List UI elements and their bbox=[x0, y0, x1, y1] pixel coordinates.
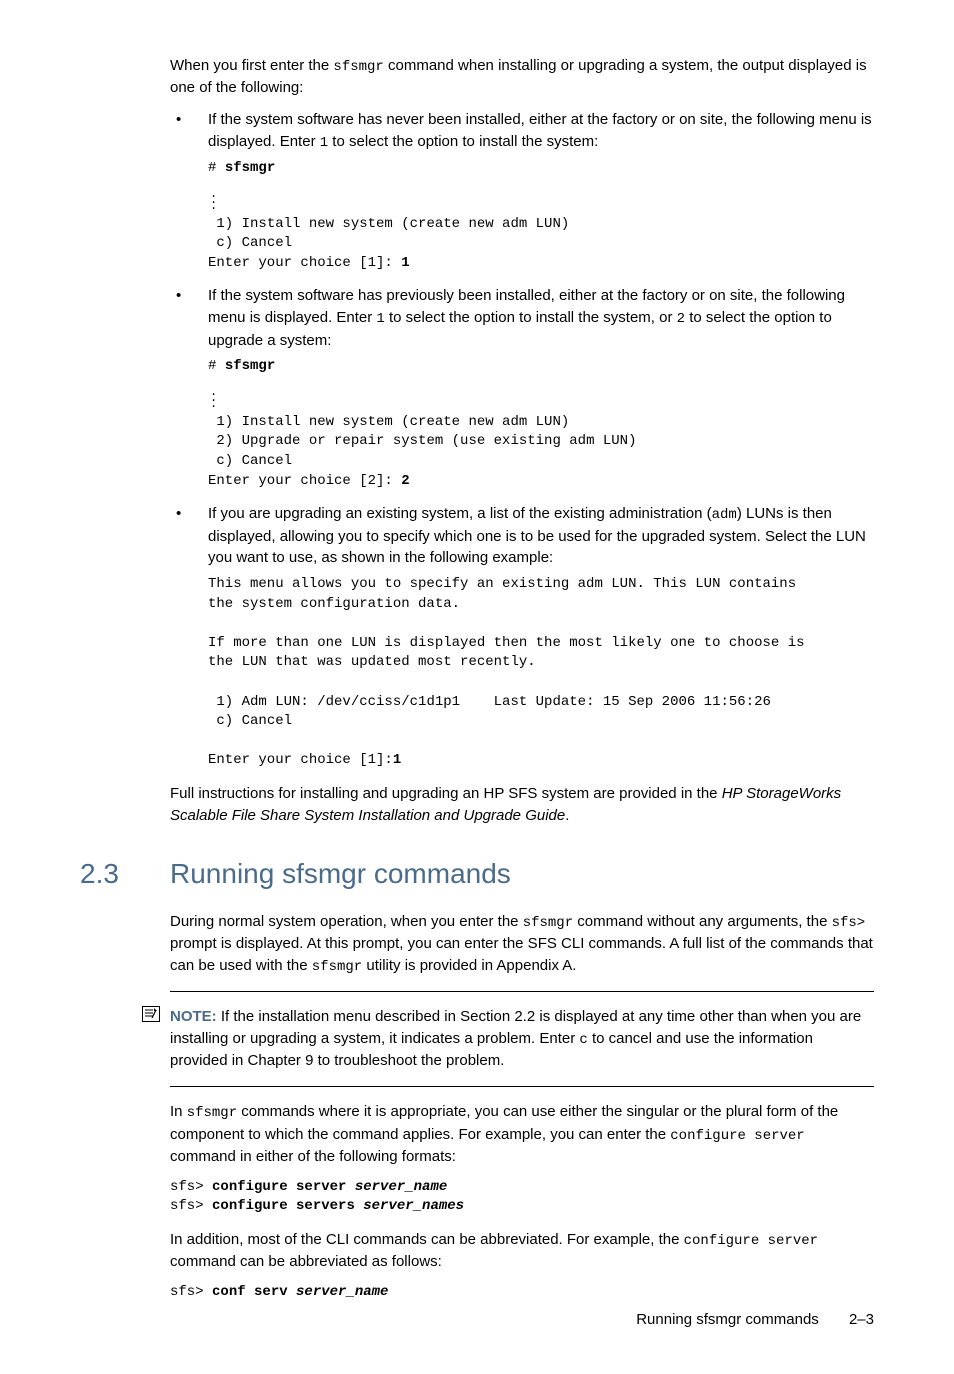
page-number: 2–3 bbox=[849, 1311, 874, 1328]
prompt: # bbox=[208, 160, 225, 176]
list-item-text: If the system software has never been in… bbox=[208, 109, 874, 153]
section-heading: 2.3 Running sfsmgr commands bbox=[80, 854, 874, 895]
list-item: If the system software has previously be… bbox=[170, 285, 874, 491]
inline-code: c bbox=[579, 1032, 587, 1048]
intro-paragraph: When you first enter the sfsmgr command … bbox=[170, 55, 874, 99]
list-item-text: If you are upgrading an existing system,… bbox=[208, 503, 874, 569]
inline-code: 2 bbox=[677, 311, 685, 327]
output: This menu allows you to specify an exist… bbox=[208, 576, 805, 768]
command: sfsmgr bbox=[225, 358, 275, 374]
code-block: sfs> configure server server_name sfs> c… bbox=[170, 1178, 874, 1217]
inline-code: adm bbox=[712, 507, 737, 523]
code-block: 1) Install new system (create new adm LU… bbox=[208, 413, 874, 491]
text: If you are upgrading an existing system,… bbox=[208, 505, 712, 522]
code-block: This menu allows you to specify an exist… bbox=[208, 575, 874, 771]
inline-code: configure server bbox=[670, 1128, 804, 1144]
note-label: NOTE: bbox=[170, 1008, 217, 1025]
code-block: sfs> conf serv server_name bbox=[170, 1283, 874, 1303]
inline-code: configure server bbox=[684, 1233, 818, 1249]
code-block: # sfsmgr bbox=[208, 357, 874, 377]
paragraph: In addition, most of the CLI commands ca… bbox=[170, 1229, 874, 1273]
command: configure server bbox=[212, 1179, 355, 1195]
inline-code: 1 bbox=[376, 311, 384, 327]
section-title: Running sfsmgr commands bbox=[170, 854, 511, 895]
output: 1) Install new system (create new adm LU… bbox=[208, 414, 636, 489]
bullet-list: If the system software has never been in… bbox=[170, 109, 874, 771]
user-input: 1 bbox=[393, 752, 401, 768]
prompt: sfs> bbox=[170, 1198, 212, 1214]
text: command can be abbreviated as follows: bbox=[170, 1253, 442, 1270]
text: utility is provided in Appendix A. bbox=[362, 957, 576, 974]
command: conf serv bbox=[212, 1284, 296, 1300]
text: command without any arguments, the bbox=[573, 913, 831, 930]
user-input: 2 bbox=[401, 473, 409, 489]
note-block: NOTE: If the installation menu described… bbox=[170, 1006, 874, 1072]
section-number: 2.3 bbox=[80, 854, 170, 895]
list-item-text: If the system software has previously be… bbox=[208, 285, 874, 351]
paragraph: Full instructions for installing and upg… bbox=[170, 783, 874, 827]
command: configure servers bbox=[212, 1198, 363, 1214]
user-input: 1 bbox=[401, 255, 409, 271]
content-column: During normal system operation, when you… bbox=[80, 911, 874, 1302]
text: command in either of the following forma… bbox=[170, 1148, 456, 1165]
inline-code: sfs> bbox=[832, 915, 866, 931]
inline-code: 1 bbox=[320, 135, 328, 151]
inline-code: sfsmgr bbox=[312, 959, 362, 975]
list-item: If the system software has never been in… bbox=[170, 109, 874, 273]
text: to select the option to install the syst… bbox=[328, 133, 598, 150]
code-block: 1) Install new system (create new adm LU… bbox=[208, 215, 874, 274]
text: to select the option to install the syst… bbox=[385, 309, 677, 326]
paragraph: In sfsmgr commands where it is appropria… bbox=[170, 1101, 874, 1167]
page: When you first enter the sfsmgr command … bbox=[0, 0, 954, 1374]
prompt: # bbox=[208, 358, 225, 374]
list-item: If you are upgrading an existing system,… bbox=[170, 503, 874, 771]
text: During normal system operation, when you… bbox=[170, 913, 523, 930]
vertical-dots bbox=[208, 191, 874, 209]
argument: server_names bbox=[363, 1198, 464, 1214]
text: When you first enter the bbox=[170, 57, 333, 74]
output: 1) Install new system (create new adm LU… bbox=[208, 216, 569, 271]
text: In bbox=[170, 1103, 187, 1120]
code-block: # sfsmgr bbox=[208, 159, 874, 179]
content-column: When you first enter the sfsmgr command … bbox=[80, 55, 874, 826]
command: sfsmgr bbox=[225, 160, 275, 176]
argument: server_name bbox=[355, 1179, 447, 1195]
footer-title: Running sfsmgr commands bbox=[636, 1311, 819, 1328]
footer: Running sfsmgr commands 2–3 bbox=[636, 1309, 874, 1331]
prompt: sfs> bbox=[170, 1284, 212, 1300]
text: . bbox=[565, 807, 569, 824]
divider bbox=[170, 1086, 874, 1087]
prompt: sfs> bbox=[170, 1179, 212, 1195]
inline-code: sfsmgr bbox=[333, 59, 383, 75]
inline-code: sfsmgr bbox=[523, 915, 573, 931]
text: Full instructions for installing and upg… bbox=[170, 785, 722, 802]
text: In addition, most of the CLI commands ca… bbox=[170, 1231, 684, 1248]
note-icon bbox=[142, 1006, 160, 1022]
note-text: NOTE: If the installation menu described… bbox=[170, 1006, 874, 1072]
divider bbox=[170, 991, 874, 992]
argument: server_name bbox=[296, 1284, 388, 1300]
vertical-dots bbox=[208, 389, 874, 407]
inline-code: sfsmgr bbox=[187, 1105, 237, 1121]
paragraph: During normal system operation, when you… bbox=[170, 911, 874, 977]
